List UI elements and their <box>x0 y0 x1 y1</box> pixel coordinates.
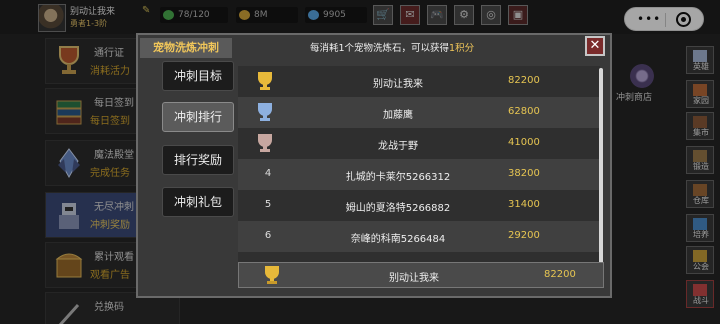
score-cell: 82200 <box>508 75 540 86</box>
description-text: 每消耗1个宠物洗炼石，可以获得 <box>310 43 450 54</box>
player-name-cell: 姆山的夏洛特5266882 <box>345 203 451 214</box>
modal-title: 宠物洗炼冲刺 <box>153 41 219 54</box>
score-cell: 38200 <box>508 168 540 179</box>
player-name-cell: 龙战于野 <box>378 141 418 152</box>
my-score: 82200 <box>544 269 576 280</box>
my-name: 别动让我来 <box>389 273 439 284</box>
tab-sprint-ranking[interactable]: 冲刺排行 <box>162 102 234 132</box>
player-name-cell: 加藤鹰 <box>383 110 413 121</box>
description-highlight: 1积分 <box>449 43 475 54</box>
table-row: 加藤鹰 62800 <box>238 97 600 128</box>
score-cell: 41000 <box>508 137 540 148</box>
tab-sprint-goal[interactable]: 冲刺目标 <box>162 61 234 91</box>
player-name-cell: 奈峰的科南5266484 <box>350 234 446 245</box>
rank-number: 5 <box>264 199 272 210</box>
table-row: 龙战于野 41000 <box>238 128 600 159</box>
rank-number: 4 <box>264 168 272 179</box>
my-rank-row: 别动让我来 82200 <box>238 262 604 288</box>
ranking-scrollbar[interactable] <box>599 68 603 268</box>
table-row: 4 扎城的卡莱尔5266312 38200 <box>238 159 600 190</box>
silver-trophy-icon <box>258 103 272 121</box>
tab-sprint-gift[interactable]: 冲刺礼包 <box>162 187 234 217</box>
gold-trophy-icon <box>258 72 272 90</box>
score-cell: 29200 <box>508 230 540 241</box>
game-screen: 别动让我来 勇者1-3阶 ✎ 78/120 8M 9905 🛒 ✉ 🎮 ⚙ ◎ … <box>0 0 720 324</box>
bronze-trophy-icon <box>258 134 272 152</box>
ranking-table[interactable]: 别动让我来 82200 加藤鹰 62800 龙战于野 41000 4 扎城的卡莱尔526631… <box>238 66 600 262</box>
rank-number: 6 <box>264 230 272 241</box>
modal-description: 每消耗1个宠物洗炼石，可以获得1积分 <box>310 40 474 54</box>
table-row: 6 奈峰的科南5266484 29200 <box>238 221 600 252</box>
table-row: 7不会玩儿24400 <box>238 252 600 262</box>
close-button[interactable]: ✕ <box>585 36 605 56</box>
score-cell: 31400 <box>508 199 540 210</box>
player-name-cell: 扎城的卡莱尔5266312 <box>345 172 451 183</box>
tab-ranking-rewards[interactable]: 排行奖励 <box>162 145 234 175</box>
modal-title-tab: 宠物洗炼冲刺 <box>140 38 232 58</box>
table-row: 5 姆山的夏洛特5266882 31400 <box>238 190 600 221</box>
score-cell: 62800 <box>508 106 540 117</box>
table-row: 别动让我来 82200 <box>238 66 600 97</box>
gold-trophy-icon <box>265 266 279 284</box>
player-name-cell: 别动让我来 <box>373 79 423 90</box>
